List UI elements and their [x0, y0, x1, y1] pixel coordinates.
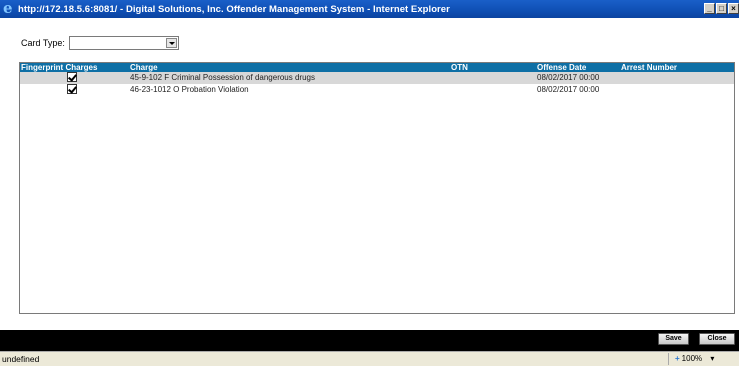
footer-bar — [0, 330, 739, 351]
charge-cell: 45-9-102 F Criminal Possession of danger… — [130, 73, 315, 82]
fingerprint-checkbox[interactable] — [67, 84, 77, 94]
minimize-icon[interactable]: _ — [704, 3, 715, 14]
fingerprint-checkbox[interactable] — [67, 72, 77, 82]
charges-grid: Fingerprint Charges Charge OTN Offense D… — [19, 62, 735, 314]
chevron-down-icon[interactable] — [165, 38, 177, 48]
status-text: undefined — [2, 354, 40, 364]
zoom-control[interactable]: +100% ▾ — [668, 353, 738, 365]
header-charge[interactable]: Charge — [130, 63, 158, 72]
card-type-row: Card Type: — [21, 36, 179, 50]
card-type-select[interactable] — [68, 36, 179, 50]
chevron-down-icon[interactable]: ▾ — [710, 354, 714, 363]
offense-date-cell: 08/02/2017 00:00 — [537, 73, 600, 82]
header-otn[interactable]: OTN — [451, 63, 468, 72]
charge-cell: 46-23-1012 O Probation Violation — [130, 85, 249, 94]
table-row[interactable]: 45-9-102 F Criminal Possession of danger… — [20, 72, 734, 84]
internet-explorer-icon — [2, 0, 15, 17]
header-offense-date[interactable]: Offense Date — [537, 63, 586, 72]
close-button[interactable]: Close — [699, 333, 735, 345]
zoom-icon: + — [675, 354, 680, 363]
status-bar: undefined +100% ▾ — [0, 351, 739, 366]
offense-date-cell: 08/02/2017 00:00 — [537, 85, 600, 94]
zoom-level: 100% — [681, 354, 703, 363]
card-type-label: Card Type: — [21, 38, 65, 48]
close-icon[interactable]: × — [728, 3, 739, 14]
header-fingerprint-charges[interactable]: Fingerprint Charges — [21, 63, 97, 72]
header-arrest-number[interactable]: Arrest Number — [621, 63, 677, 72]
maximize-icon[interactable]: □ — [716, 3, 727, 14]
grid-header: Fingerprint Charges Charge OTN Offense D… — [20, 63, 734, 72]
window-title-bar: http://172.18.5.6:8081/ - Digital Soluti… — [0, 0, 739, 18]
window-controls: _ □ × — [704, 3, 739, 14]
table-row[interactable]: 46-23-1012 O Probation Violation 08/02/2… — [20, 84, 734, 96]
window-title: http://172.18.5.6:8081/ - Digital Soluti… — [18, 3, 450, 15]
save-button[interactable]: Save — [658, 333, 689, 345]
